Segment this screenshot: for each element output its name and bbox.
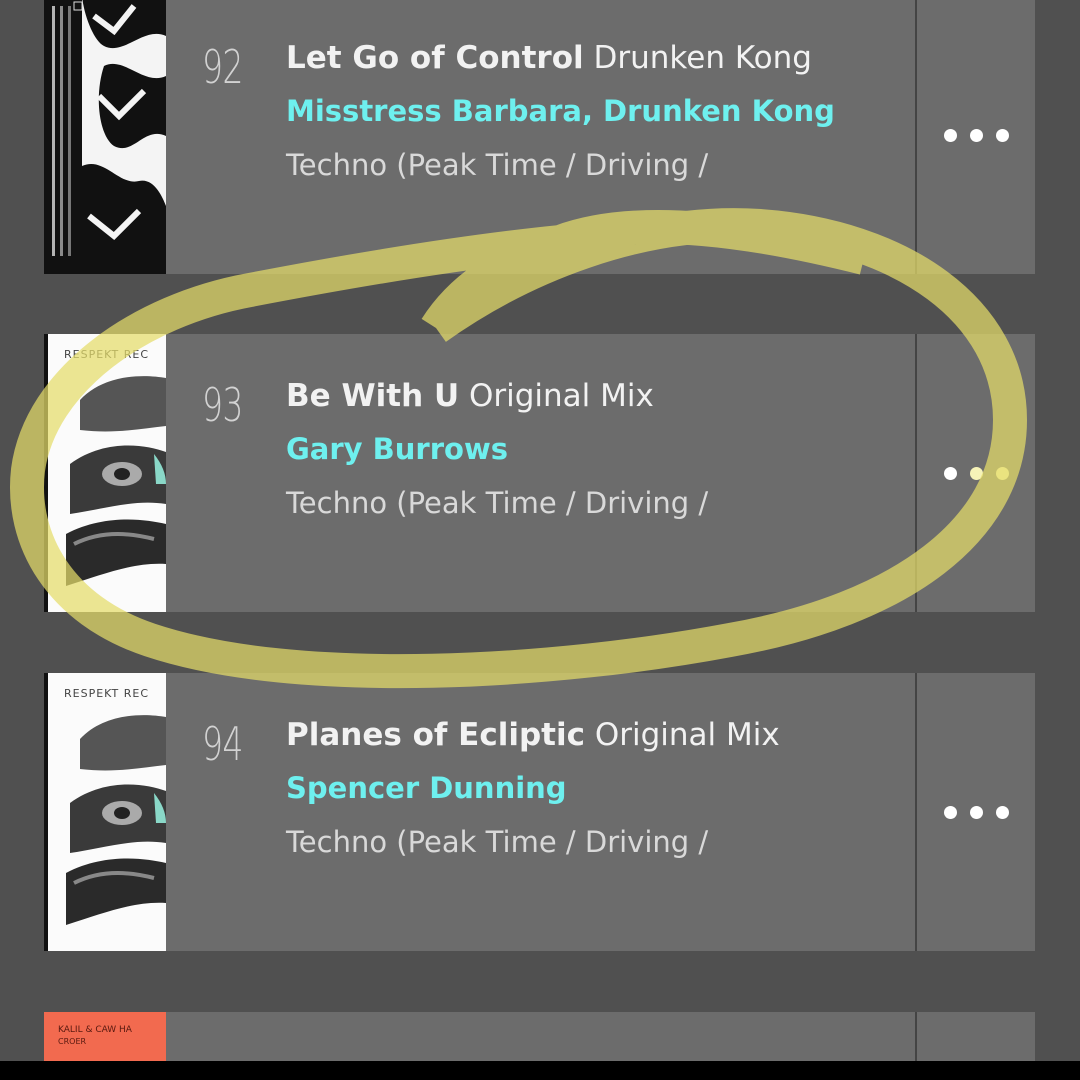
more-horizontal-icon <box>943 466 1009 480</box>
track-title-line[interactable]: Let Go of Control Drunken Kong <box>286 40 812 76</box>
track-genre[interactable]: Techno (Peak Time / Driving / <box>286 148 708 182</box>
track-title[interactable]: Let Go of Control <box>286 40 584 76</box>
track-title[interactable]: Be With U <box>286 378 459 414</box>
track-artists[interactable]: Gary Burrows <box>286 432 508 466</box>
album-cover[interactable]: RESPEKT REC <box>44 334 166 612</box>
track-row[interactable]: 92 Let Go of Control Drunken Kong Misstr… <box>44 0 1035 274</box>
album-cover[interactable] <box>44 0 166 274</box>
cover-label: RESPEKT REC <box>64 687 149 700</box>
track-list-screen: 92 Let Go of Control Drunken Kong Misstr… <box>0 0 1080 1080</box>
track-title-line[interactable]: Be With U Original Mix <box>286 378 654 414</box>
track-mix: Drunken Kong <box>593 40 812 76</box>
track-rank: 92 <box>202 40 243 94</box>
more-options-button[interactable] <box>917 673 1035 951</box>
cover-subtitle: CROER <box>58 1037 86 1046</box>
bottom-edge <box>0 1061 1080 1080</box>
more-options-button[interactable] <box>917 334 1035 612</box>
track-title[interactable]: Planes of Ecliptic <box>286 717 585 753</box>
more-horizontal-icon <box>943 805 1009 819</box>
track-artists[interactable]: Misstress Barbara, Drunken Kong <box>286 94 835 128</box>
cover-label: RESPEKT REC <box>64 348 149 361</box>
track-rank: 94 <box>202 717 243 771</box>
track-rank: 93 <box>202 378 243 432</box>
album-cover[interactable]: RESPEKT REC <box>44 673 166 951</box>
track-row[interactable]: RESPEKT REC 94 Planes of Ecliptic Origin… <box>44 673 1035 951</box>
track-genre[interactable]: Techno (Peak Time / Driving / <box>286 486 708 520</box>
cover-label: KALIL & CAW HA <box>58 1025 133 1035</box>
track-mix: Original Mix <box>594 717 780 753</box>
track-mix: Original Mix <box>468 378 654 414</box>
track-row[interactable]: RESPEKT REC 93 Be With U Original Mix Ga… <box>44 334 1035 612</box>
more-options-button[interactable] <box>917 0 1035 274</box>
track-genre[interactable]: Techno (Peak Time / Driving / <box>286 825 708 859</box>
track-artists[interactable]: Spencer Dunning <box>286 771 567 805</box>
track-title-line[interactable]: Planes of Ecliptic Original Mix <box>286 717 780 753</box>
more-horizontal-icon <box>943 128 1009 142</box>
